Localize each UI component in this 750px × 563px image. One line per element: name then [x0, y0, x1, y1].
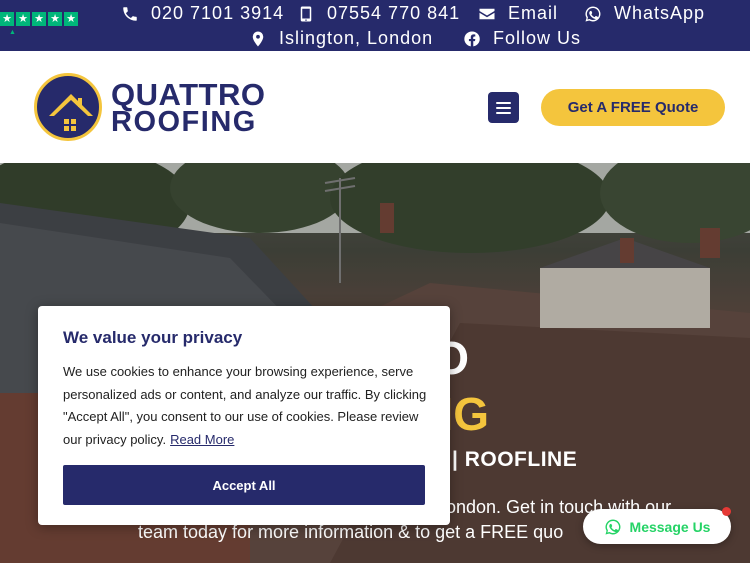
menu-bar-icon	[496, 111, 511, 114]
accept-all-button[interactable]: Accept All	[63, 465, 425, 505]
message-us-button[interactable]: Message Us	[583, 509, 731, 544]
cookie-dialog-title: We value your privacy	[63, 328, 243, 347]
cookie-dialog-body: We use cookies to enhance your browsing …	[63, 364, 427, 447]
mobile-phone-icon	[297, 5, 315, 23]
whatsapp-label: WhatsApp	[614, 3, 706, 23]
whatsapp-chat-icon	[605, 519, 620, 534]
phone-number-1: 020 7101 3914	[151, 3, 285, 23]
email-label: Email	[508, 3, 559, 23]
site-header: QUATTRO ROOFING Get A FREE Quote	[0, 51, 750, 163]
hamburger-menu-button[interactable]	[488, 92, 519, 123]
phone-number-2: 07554 770 841	[327, 3, 461, 23]
logo-house-icon[interactable]	[34, 73, 102, 141]
notification-dot	[722, 507, 731, 516]
star-icon: ★	[64, 12, 78, 26]
message-us-label: Message Us	[629, 518, 711, 535]
phone-link-2[interactable]: 07554 770 841	[297, 3, 460, 24]
star-icon: ★	[48, 12, 62, 26]
whatsapp-icon	[584, 5, 602, 23]
menu-bar-icon	[496, 101, 511, 104]
location-label: Islington, London	[279, 28, 434, 48]
trustpilot-stars: ★ ★ ★ ★ ★	[0, 12, 80, 26]
logo-wordmark-bottom[interactable]: ROOFING	[111, 106, 257, 139]
whatsapp-link[interactable]: WhatsApp	[584, 3, 705, 24]
hero-services-line: | ROOFLINE	[452, 448, 578, 471]
facebook-icon	[463, 30, 481, 48]
trustpilot-badge[interactable]: ★ ★ ★ ★ ★ ▲	[0, 12, 80, 38]
location-link[interactable]: Islington, London	[249, 28, 433, 49]
cookie-consent-dialog: We value your privacy We use cookies to …	[38, 306, 450, 525]
star-icon: ★	[16, 12, 30, 26]
phone-link-1[interactable]: 020 7101 3914	[121, 3, 284, 24]
trustpilot-mark-icon: ▲	[9, 29, 16, 36]
menu-bar-icon	[496, 106, 511, 109]
envelope-icon	[478, 5, 496, 23]
cookie-dialog-text: We use cookies to enhance your browsing …	[63, 361, 428, 451]
phone-icon	[121, 5, 139, 23]
read-more-link[interactable]: Read More	[170, 432, 234, 447]
follow-us-link[interactable]: Follow Us	[463, 28, 581, 49]
hero-body-line-2: team today for more information & to get…	[138, 522, 564, 542]
follow-us-label: Follow Us	[493, 28, 582, 48]
star-icon: ★	[32, 12, 46, 26]
get-free-quote-button[interactable]: Get A FREE Quote	[541, 89, 725, 126]
star-icon: ★	[0, 12, 14, 26]
map-pin-icon	[249, 30, 267, 48]
top-contact-bar: ★ ★ ★ ★ ★ ▲ 020 7101 3914 07554 770 841 …	[0, 0, 750, 51]
email-link[interactable]: Email	[478, 3, 558, 24]
